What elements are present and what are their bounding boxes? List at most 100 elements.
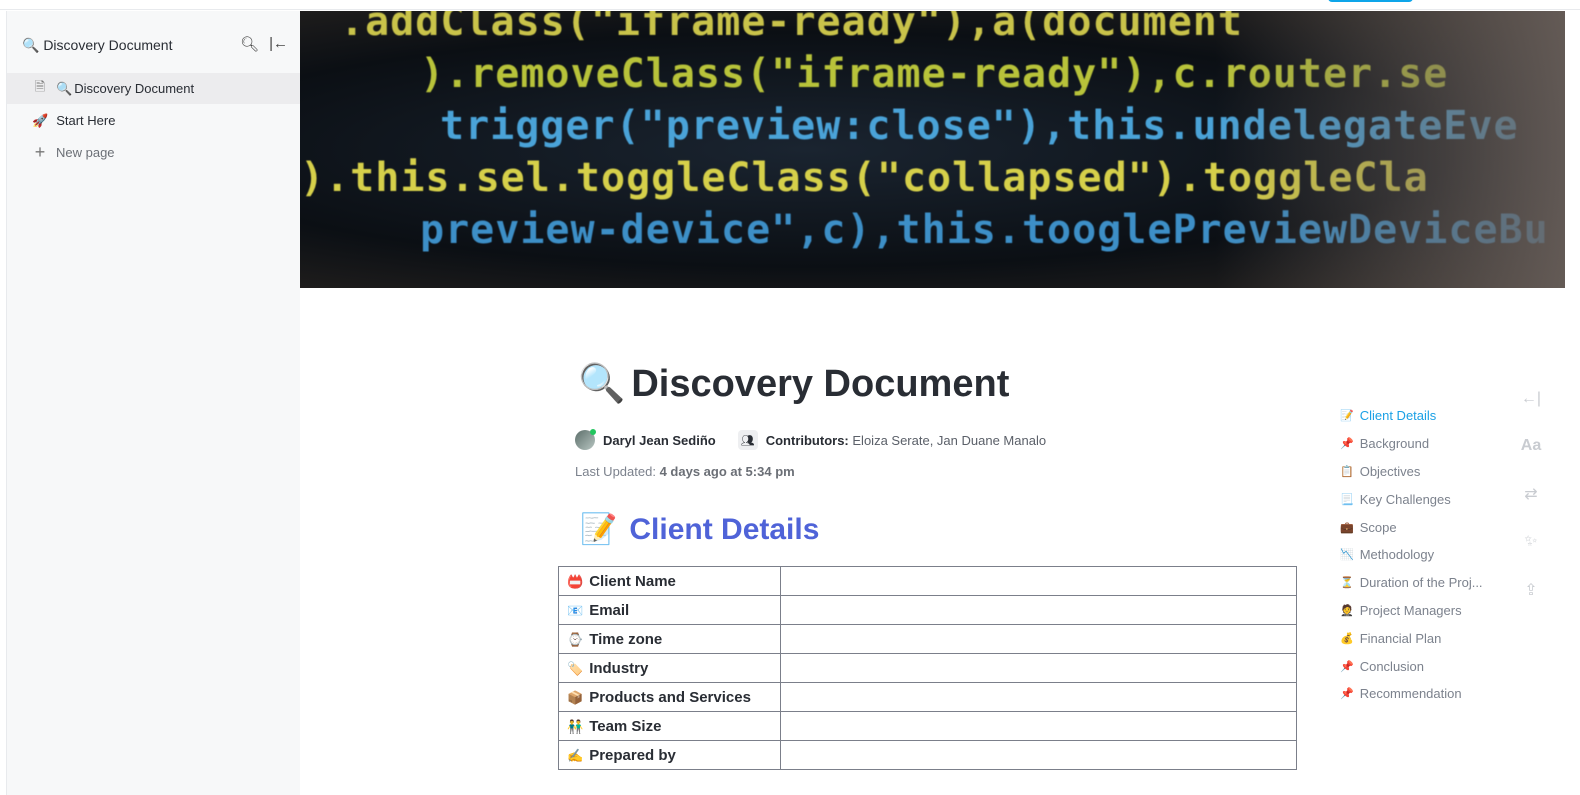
- toc-label: Client Details: [1359, 408, 1437, 424]
- cover-image[interactable]: .addClass("iframe-ready"),a(document ).r…: [300, 11, 1565, 288]
- avatar[interactable]: [575, 429, 596, 450]
- toc-item[interactable]: 📌 Recommendation: [1340, 680, 1483, 708]
- toc-label: Key Challenges: [1359, 491, 1451, 507]
- sidebar-title: 🔍 Discovery Document: [22, 37, 173, 53]
- toc-item[interactable]: 🤵 Project Managers: [1340, 597, 1483, 625]
- field-value-cell[interactable]: [780, 566, 1297, 596]
- collapse-sidebar-icon[interactable]: |←: [269, 35, 288, 53]
- contributors-label: Contributors:: [765, 432, 849, 448]
- table-row: 🏷️ Industry: [558, 653, 1297, 683]
- table-row: 📧 Email: [558, 595, 1297, 625]
- table-row: 📛 Client Name: [558, 566, 1297, 596]
- field-label: Email: [589, 601, 630, 619]
- field-label-cell[interactable]: ✍️ Prepared by: [558, 740, 781, 770]
- page-icon: 🗎: [34, 78, 46, 94]
- field-label-cell[interactable]: 📦 Products and Services: [558, 682, 781, 712]
- toc-icon: 📃: [1340, 493, 1354, 506]
- share-export-icon[interactable]: ⇪: [1520, 580, 1542, 600]
- relations-icon[interactable]: ⇄: [1520, 484, 1542, 504]
- field-label-cell[interactable]: 📛 Client Name: [558, 566, 781, 596]
- plus-icon: +: [34, 142, 46, 162]
- field-label-cell[interactable]: 📧 Email: [558, 595, 781, 625]
- author-name[interactable]: Daryl Jean Sediño: [603, 433, 716, 448]
- search-icon[interactable]: 🔍︎: [240, 35, 259, 53]
- toc-label: Objectives: [1359, 463, 1421, 479]
- toc-icon: 📌: [1340, 688, 1354, 701]
- rocket-icon: 🚀: [32, 112, 49, 128]
- toc-item[interactable]: 💼 Scope: [1340, 513, 1483, 541]
- field-value-cell[interactable]: [780, 653, 1297, 683]
- field-label: Time zone: [589, 630, 663, 648]
- table-row: 📦 Products and Services: [558, 682, 1297, 712]
- toc-icon: 💼: [1340, 521, 1354, 534]
- field-label: Client Name: [589, 572, 676, 590]
- toc-icon: 💰: [1340, 632, 1354, 645]
- toc-icon: 📌: [1340, 438, 1354, 451]
- sidebar-item-label: Start Here: [56, 113, 116, 128]
- field-label: Products and Services: [589, 688, 751, 706]
- field-icon: 📛: [567, 573, 584, 589]
- collapse-toc-icon[interactable]: ←|: [1520, 390, 1542, 408]
- toc-item[interactable]: 📃 Key Challenges: [1340, 485, 1483, 513]
- right-toolbar: ←| Aa ⇄ ✨︎ ⇪: [1520, 390, 1542, 600]
- toc-label: Recommendation: [1359, 686, 1462, 702]
- field-value-cell[interactable]: [780, 595, 1297, 625]
- top-action-button[interactable]: [1328, 0, 1413, 2]
- section-heading: 📝 Client Details: [580, 512, 819, 547]
- toc-icon: 📉: [1340, 549, 1354, 562]
- field-icon: 📦: [567, 689, 584, 705]
- toc-item[interactable]: 📌 Conclusion: [1340, 652, 1483, 680]
- table-row: 👬 Team Size: [558, 711, 1297, 741]
- toc-item[interactable]: 📋 Objectives: [1340, 458, 1483, 486]
- toc-label: Scope: [1359, 519, 1397, 535]
- field-icon: 🏷️: [567, 660, 584, 676]
- field-value-cell[interactable]: [780, 711, 1297, 741]
- toc-label: Project Managers: [1359, 602, 1462, 618]
- table-row: ⌚ Time zone: [558, 624, 1297, 654]
- field-value-cell[interactable]: [780, 740, 1297, 770]
- field-label: Team Size: [589, 717, 662, 735]
- sidebar-item-label: Discovery Document: [74, 81, 195, 96]
- field-label: Prepared by: [589, 746, 676, 764]
- toc-item[interactable]: ⏳ Duration of the Proj...: [1340, 569, 1483, 597]
- toc-label: Duration of the Proj...: [1359, 575, 1483, 591]
- toc-icon: 📌: [1340, 660, 1354, 673]
- toc-label: Methodology: [1359, 547, 1435, 563]
- field-icon: ✍️: [567, 747, 584, 763]
- last-updated-value: 4 days ago at 5:34 pm: [659, 464, 795, 479]
- field-value-cell[interactable]: [780, 682, 1297, 712]
- sidebar-item-emoji: 🔍: [56, 80, 73, 96]
- toc-item[interactable]: 📝 Client Details: [1340, 402, 1483, 430]
- new-page-button[interactable]: + New page: [7, 137, 300, 168]
- sidebar-item-discovery-document[interactable]: 🗎 🔍 Discovery Document: [7, 73, 300, 104]
- last-updated-label: Last Updated:: [575, 464, 656, 479]
- sidebar-item-start-here[interactable]: 🚀 Start Here: [7, 105, 300, 136]
- field-icon: 📧: [567, 602, 584, 618]
- field-value-cell[interactable]: [780, 624, 1297, 654]
- memo-icon: 📝: [580, 513, 618, 546]
- font-settings-icon[interactable]: Aa: [1520, 437, 1542, 455]
- page-title: 🔍 Discovery Document: [578, 362, 1009, 406]
- toc-label: Financial Plan: [1359, 630, 1442, 646]
- top-bar: [0, 0, 1580, 10]
- left-rail: [0, 11, 7, 795]
- doc-meta: Daryl Jean Sediño 👥︎ Contributors: Eloiz…: [575, 429, 1047, 450]
- new-page-label: New page: [56, 145, 115, 160]
- toc-icon: ⏳: [1340, 577, 1354, 590]
- toc-item[interactable]: 📉 Methodology: [1340, 541, 1483, 569]
- ai-magic-icon[interactable]: ✨︎: [1520, 533, 1542, 551]
- field-label-cell[interactable]: 👬 Team Size: [558, 711, 781, 741]
- toc-label: Conclusion: [1359, 658, 1425, 674]
- field-label-cell[interactable]: 🏷️ Industry: [558, 653, 781, 683]
- magnifier-icon: 🔍: [578, 363, 626, 405]
- toc-item[interactable]: 📌 Background: [1340, 430, 1483, 458]
- sidebar: 🔍 Discovery Document 🔍︎ |← 🗎 🔍 Discovery…: [7, 11, 300, 795]
- toc-label: Background: [1359, 436, 1430, 452]
- page-title-text[interactable]: Discovery Document: [631, 363, 1009, 406]
- toc-icon: 🤵: [1340, 604, 1354, 617]
- client-details-table: 📛 Client Name 📧 Email ⌚ Time zone 🏷️ Industry 📦 P…: [558, 566, 1297, 770]
- contributors-names: Eloiza Serate, Jan Duane Manalo: [852, 432, 1047, 448]
- contributors-icon: 👥︎: [737, 430, 758, 450]
- toc-item[interactable]: 💰 Financial Plan: [1340, 624, 1483, 652]
- field-label-cell[interactable]: ⌚ Time zone: [558, 624, 781, 654]
